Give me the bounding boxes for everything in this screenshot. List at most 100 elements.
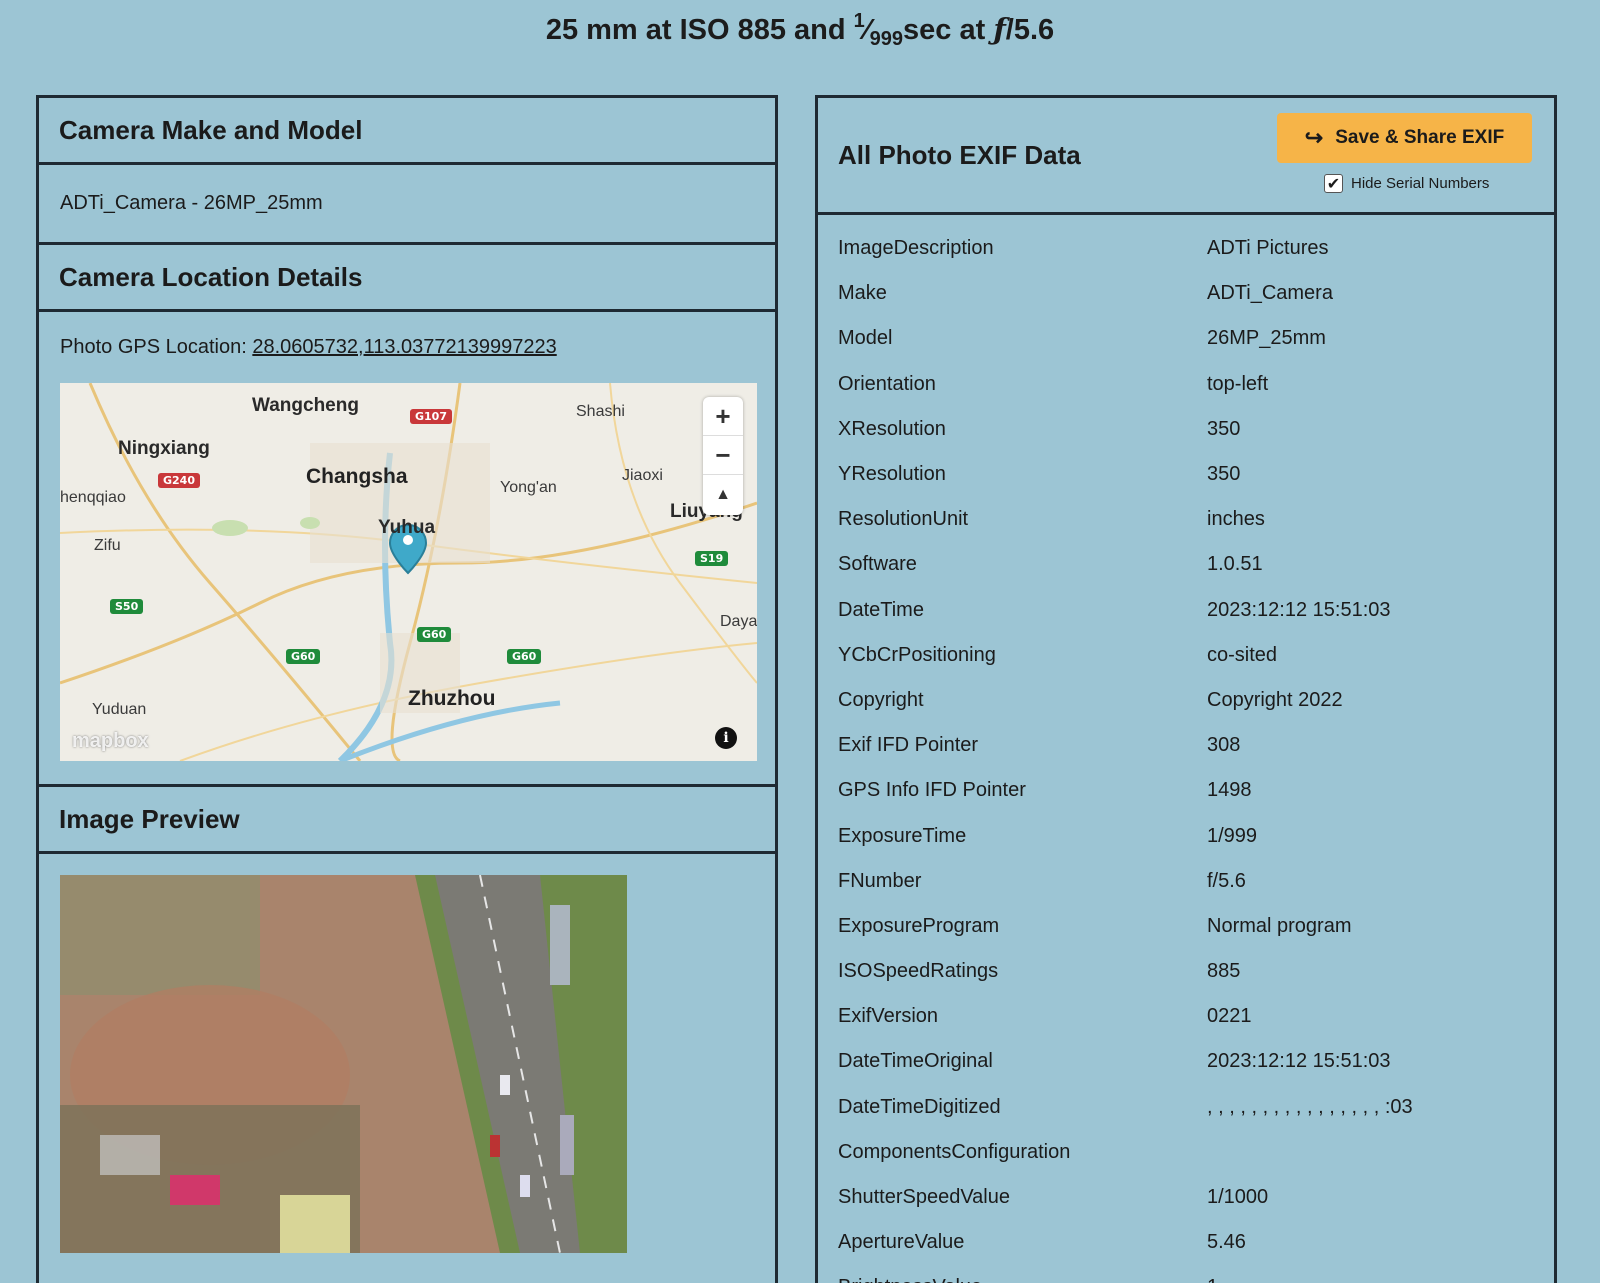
exif-row: DateTimeDigitized , , , , , , , , , , , ,… [838, 1085, 1538, 1130]
exif-key: DateTimeOriginal [838, 1050, 993, 1073]
exif-row: ResolutionUnit inches [838, 497, 1538, 542]
map-label-changsha: Changsha [306, 465, 408, 488]
exif-row: GPS Info IFD Pointer 1498 [838, 768, 1538, 813]
map-label-zifu: Zifu [94, 537, 121, 554]
exif-row: ApertureValue 5.46 [838, 1220, 1538, 1265]
exif-value: 350 [1207, 463, 1241, 486]
right-panel: All Photo EXIF Data ↪ Save & Share EXIF … [815, 95, 1557, 1283]
exif-row: Copyright Copyright 2022 [838, 678, 1538, 723]
exif-value: 2023:12:12 15:51:03 [1207, 598, 1391, 621]
save-share-label: Save & Share EXIF [1335, 127, 1505, 148]
exif-key: ShutterSpeedValue [838, 1186, 1010, 1209]
exif-row: XResolution 350 [838, 407, 1538, 452]
exif-key: ComponentsConfiguration [838, 1140, 1071, 1163]
aerial-photo-icon [60, 875, 627, 1253]
exif-value: , , , , , , , , , , , , , , , , :03 [1207, 1095, 1413, 1118]
exif-key: ApertureValue [838, 1231, 965, 1254]
map-label-yongan: Yong'an [500, 479, 557, 496]
exif-row: Software 1.0.51 [838, 542, 1538, 587]
zoom-out-button[interactable]: − [703, 436, 743, 475]
shield-s50: S50 [110, 599, 144, 614]
exif-value: ADTi_Camera [1207, 282, 1333, 305]
compass-icon[interactable]: ▲ [703, 475, 743, 514]
exif-key: Model [838, 327, 893, 350]
gps-label: Photo GPS Location: [60, 336, 253, 358]
exif-row: ExposureTime 1/999 [838, 813, 1538, 858]
exif-value: 1/1000 [1207, 1186, 1269, 1209]
exif-key: DateTimeDigitized [838, 1095, 1001, 1118]
exif-row: DateTime 2023:12:12 15:51:03 [838, 588, 1538, 633]
exif-value: top-left [1207, 372, 1269, 395]
camera-make-value: ADTi_Camera - 26MP_25mm [39, 165, 775, 245]
exif-key: Orientation [838, 372, 936, 395]
shield-g107: G107 [410, 409, 452, 424]
exif-key: FNumber [838, 869, 922, 892]
gps-link[interactable]: 28.0605732,113.03772139997223 [252, 336, 556, 358]
hide-serial-label: Hide Serial Numbers [1351, 175, 1490, 192]
shield-g60-center: G60 [417, 627, 452, 642]
exif-value: co-sited [1207, 643, 1278, 666]
exif-key: ExposureTime [838, 824, 967, 847]
exif-value: Copyright 2022 [1207, 688, 1343, 711]
exif-row: YCbCrPositioning co-sited [838, 633, 1538, 678]
image-preview-heading: Image Preview [39, 787, 775, 854]
exif-key: ISOSpeedRatings [838, 960, 999, 983]
shield-g60-left: G60 [286, 649, 321, 664]
exif-value: Normal program [1207, 914, 1352, 937]
exif-key: Copyright [838, 688, 924, 711]
exif-key: Make [838, 282, 887, 305]
headline-f-symbol: ƒ [993, 12, 1006, 46]
share-arrow-icon: ↪ [1304, 125, 1324, 150]
exif-row: ExifVersion 0221 [838, 994, 1538, 1039]
gps-line: Photo GPS Location: 28.0605732,113.03772… [60, 336, 557, 359]
map[interactable]: Wangcheng Shashi Ningxiang Changsha Yong… [60, 383, 757, 761]
exif-value: 885 [1207, 960, 1241, 983]
exif-value: 1 [1207, 1276, 1218, 1283]
exif-title: All Photo EXIF Data [838, 140, 1081, 170]
camera-make-heading: Camera Make and Model [39, 98, 775, 165]
map-label-ningxiang: Ningxiang [118, 438, 210, 459]
save-share-exif-button[interactable]: ↪ Save & Share EXIF [1277, 113, 1532, 163]
zoom-in-button[interactable]: + [703, 397, 743, 436]
map-label-zhuzhou: Zhuzhou [408, 687, 496, 710]
camera-location-heading: Camera Location Details [39, 245, 775, 312]
map-label-hengqiao: henqqiao [60, 489, 126, 506]
shield-g240: G240 [158, 473, 200, 488]
exif-row: ISOSpeedRatings 885 [838, 949, 1538, 994]
exif-value: 0221 [1207, 1005, 1252, 1028]
shield-s19: S19 [695, 551, 729, 566]
exif-row: Exif IFD Pointer 308 [838, 723, 1538, 768]
left-panel: Camera Make and Model ADTi_Camera - 26MP… [36, 95, 778, 1283]
hide-serial-checkbox[interactable]: ✔ [1324, 174, 1343, 193]
map-label-yuhua: Yuhua [378, 517, 436, 538]
exif-value: 2023:12:12 15:51:03 [1207, 1050, 1391, 1073]
exif-table: ImageDescription ADTi Pictures Make ADTi_Ca… [838, 226, 1538, 1283]
preview-image [60, 875, 627, 1253]
exif-key: Exif IFD Pointer [838, 734, 979, 757]
exif-key: Software [838, 553, 917, 576]
exif-row: ImageDescription ADTi Pictures [838, 226, 1538, 271]
exif-key: DateTime [838, 598, 924, 621]
exif-header: All Photo EXIF Data ↪ Save & Share EXIF … [818, 98, 1554, 215]
exif-value: ADTi Pictures [1207, 237, 1329, 260]
exif-value: 5.46 [1207, 1231, 1246, 1254]
headline-after-frac: sec at [903, 14, 994, 46]
exif-value: inches [1207, 508, 1265, 531]
map-zoom-control: + − ▲ [703, 397, 743, 515]
mapbox-logo[interactable]: mapbox [72, 730, 149, 753]
exif-row: ExposureProgram Normal program [838, 904, 1538, 949]
exif-row: YResolution 350 [838, 452, 1538, 497]
info-icon[interactable]: i [715, 727, 737, 749]
exif-value: 26MP_25mm [1207, 327, 1326, 350]
exif-value: f/5.6 [1207, 869, 1246, 892]
exif-key: YCbCrPositioning [838, 643, 996, 666]
headline-frac-den: 999 [869, 28, 904, 50]
exif-value: 1.0.51 [1207, 553, 1263, 576]
exif-key: YResolution [838, 463, 946, 486]
exif-key: XResolution [838, 417, 946, 440]
exif-key: ExposureProgram [838, 914, 1000, 937]
exif-row: Orientation top-left [838, 362, 1538, 407]
exif-row: ShutterSpeedValue 1/1000 [838, 1175, 1538, 1220]
hide-serial-toggle[interactable]: ✔ Hide Serial Numbers [1324, 174, 1489, 193]
exif-key: BrightnessValue [838, 1276, 1207, 1283]
